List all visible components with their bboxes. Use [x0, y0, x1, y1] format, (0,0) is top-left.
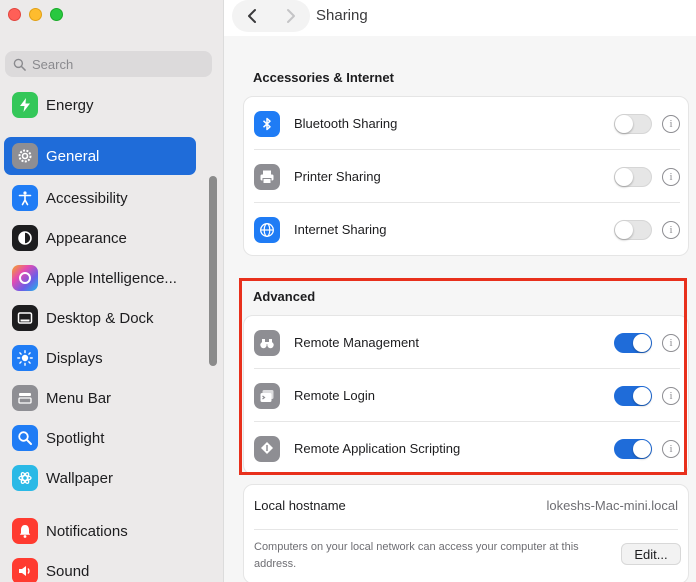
hostname-label: Local hostname: [254, 498, 346, 513]
page-title: Sharing: [316, 7, 368, 24]
info-icon[interactable]: i: [662, 220, 680, 239]
wallpaper-icon: [12, 465, 38, 491]
search-icon: [13, 58, 26, 71]
sidebar-item-label: Energy: [46, 96, 94, 114]
sidebar: Energy General Accessibility Appearance …: [0, 0, 224, 582]
info-icon[interactable]: i: [662, 114, 680, 133]
sidebar-item-label: Displays: [46, 349, 103, 367]
back-button[interactable]: [232, 0, 271, 32]
printer-sharing-toggle[interactable]: [614, 166, 652, 187]
internet-sharing-label: Internet Sharing: [294, 222, 387, 237]
sidebar-item-spotlight[interactable]: Spotlight: [4, 419, 196, 457]
internet-sharing-toggle[interactable]: [614, 219, 652, 240]
sidebar-item-label: Spotlight: [46, 429, 105, 447]
sidebar-item-label: Apple Intelligence...: [46, 269, 177, 287]
spotlight-icon: [12, 425, 38, 451]
menubar-icon: [12, 385, 38, 411]
search-input[interactable]: [32, 56, 192, 72]
hostname-description: Computers on your local network can acce…: [254, 541, 579, 570]
speaker-icon: [12, 558, 38, 582]
bluetooth-sharing-label: Bluetooth Sharing: [294, 116, 398, 131]
internet-sharing-row: Internet Sharing i: [244, 203, 690, 256]
hostname-value: lokeshs-Mac-mini.local: [546, 498, 678, 513]
sidebar-item-general[interactable]: General: [4, 137, 196, 175]
sidebar-item-label: Menu Bar: [46, 389, 112, 407]
sidebar-item-desktop-dock[interactable]: Desktop & Dock: [4, 299, 196, 337]
sidebar-item-displays[interactable]: Displays: [4, 339, 196, 377]
bolt-icon: [12, 92, 38, 118]
bluetooth-sharing-row: Bluetooth Sharing i: [244, 97, 690, 150]
window-controls: [8, 8, 63, 21]
sidebar-item-menu-bar[interactable]: Menu Bar: [4, 379, 196, 417]
printer-icon: [254, 163, 280, 190]
sidebar-item-wallpaper[interactable]: Wallpaper: [4, 459, 196, 497]
sidebar-item-label: Wallpaper: [46, 469, 113, 487]
sidebar-item-apple-intelligence[interactable]: Apple Intelligence...: [4, 259, 196, 297]
minimize-window-button[interactable]: [29, 8, 42, 21]
section-title-accessories: Accessories & Internet: [253, 70, 394, 85]
sidebar-item-label: Desktop & Dock: [46, 309, 154, 327]
sidebar-item-appearance[interactable]: Appearance: [4, 219, 196, 257]
toolbar: Sharing: [224, 0, 696, 36]
sidebar-item-sound[interactable]: Sound: [4, 552, 196, 582]
sidebar-item-label: Sound: [46, 562, 90, 580]
chevron-left-icon: [247, 9, 256, 23]
edit-hostname-button[interactable]: Edit...: [621, 543, 681, 565]
accessibility-icon: [12, 185, 38, 211]
sidebar-scrollbar[interactable]: [209, 176, 217, 366]
sidebar-item-accessibility[interactable]: Accessibility: [4, 179, 196, 217]
apple-intelligence-icon: [12, 265, 38, 291]
bluetooth-sharing-toggle[interactable]: [614, 113, 652, 134]
appearance-icon: [12, 225, 38, 251]
hostname-card: Local hostname lokeshs-Mac-mini.local Co…: [243, 484, 689, 582]
forward-button[interactable]: [271, 0, 310, 32]
gear-icon: [12, 143, 38, 169]
close-window-button[interactable]: [8, 8, 21, 21]
bluetooth-icon: [254, 110, 280, 137]
sidebar-item-notifications[interactable]: Notifications: [4, 512, 196, 550]
chevron-right-icon: [286, 9, 295, 23]
navigation-buttons: [232, 0, 310, 32]
sidebar-item-label: General: [46, 147, 100, 165]
sun-icon: [12, 345, 38, 371]
accessories-card: Bluetooth Sharing i Printer Sharing i In…: [243, 96, 689, 256]
info-icon[interactable]: i: [662, 167, 680, 186]
sidebar-item-label: Accessibility: [46, 189, 128, 207]
globe-icon: [254, 216, 280, 243]
printer-sharing-label: Printer Sharing: [294, 169, 381, 184]
search-field[interactable]: [5, 51, 212, 77]
sidebar-item-label: Appearance: [46, 229, 127, 247]
sidebar-item-label: Notifications: [46, 522, 128, 540]
bell-icon: [12, 518, 38, 544]
dock-icon: [12, 305, 38, 331]
sidebar-item-energy[interactable]: Energy: [4, 86, 196, 124]
printer-sharing-row: Printer Sharing i: [244, 150, 690, 203]
zoom-window-button[interactable]: [50, 8, 63, 21]
highlight-box: [239, 278, 687, 475]
